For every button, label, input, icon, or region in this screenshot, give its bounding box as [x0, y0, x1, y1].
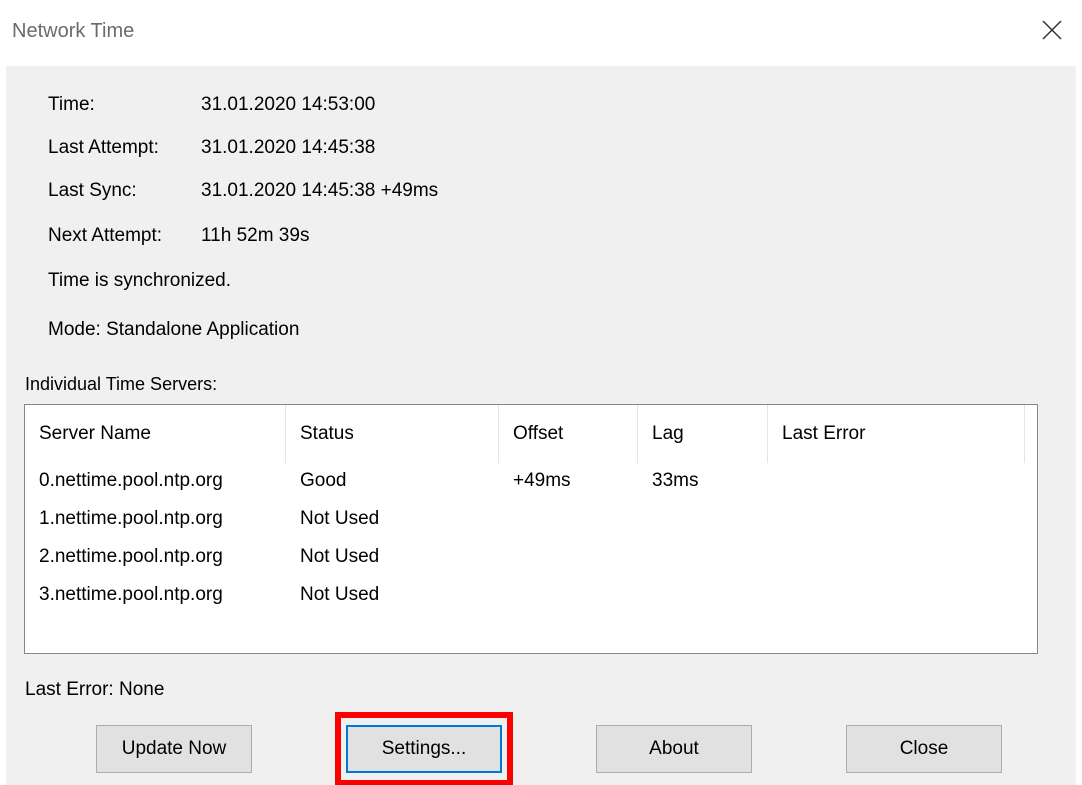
lag-cell: 33ms	[652, 470, 699, 491]
next-attempt-value: 11h 52m 39s	[201, 225, 310, 246]
table-row[interactable]: 3.nettime.pool.ntp.org Not Used	[25, 576, 1037, 614]
window-title: Network Time	[12, 20, 135, 42]
column-header-last-error[interactable]: Last Error	[768, 405, 1025, 463]
table-row[interactable]: 0.nettime.pool.ntp.org Good +49ms 33ms	[25, 462, 1037, 500]
table-row[interactable]: 1.nettime.pool.ntp.org Not Used	[25, 500, 1037, 538]
last-sync-label: Last Sync:	[48, 180, 137, 201]
close-button[interactable]: Close	[846, 725, 1002, 773]
status-cell: Not Used	[300, 584, 380, 605]
column-header-server-name[interactable]: Server Name	[25, 405, 286, 463]
status-cell: Good	[300, 470, 347, 491]
mode-text: Mode: Standalone Application	[48, 319, 300, 340]
network-time-window: Network Time Time: 31.01.2020 14:53:00 L…	[0, 0, 1082, 785]
last-sync-value: 31.01.2020 14:45:38 +49ms	[201, 180, 439, 201]
last-error-text: Last Error: None	[25, 679, 165, 700]
offset-cell: +49ms	[513, 470, 571, 491]
dialog-body: Time: 31.01.2020 14:53:00 Last Attempt: …	[6, 66, 1076, 785]
settings-button[interactable]: Settings...	[346, 725, 502, 773]
status-cell: Not Used	[300, 508, 380, 529]
time-label: Time:	[48, 94, 95, 115]
last-attempt-label: Last Attempt:	[48, 137, 159, 158]
close-icon[interactable]	[1040, 18, 1064, 42]
server-name-cell: 2.nettime.pool.ntp.org	[39, 546, 223, 567]
title-bar: Network Time	[0, 0, 1082, 66]
time-value: 31.01.2020 14:53:00	[201, 94, 376, 115]
time-servers-label: Individual Time Servers:	[25, 374, 218, 394]
server-name-cell: 3.nettime.pool.ntp.org	[39, 584, 223, 605]
time-servers-list[interactable]: Server Name Status Offset Lag Last Error…	[24, 404, 1038, 654]
column-header-offset[interactable]: Offset	[499, 405, 638, 463]
update-now-button[interactable]: Update Now	[96, 725, 252, 773]
sync-status-text: Time is synchronized.	[48, 270, 232, 291]
column-header-lag[interactable]: Lag	[638, 405, 768, 463]
status-cell: Not Used	[300, 546, 380, 567]
next-attempt-label: Next Attempt:	[48, 225, 163, 246]
column-header-status[interactable]: Status	[286, 405, 499, 463]
server-name-cell: 0.nettime.pool.ntp.org	[39, 470, 223, 491]
list-header: Server Name Status Offset Lag Last Error	[25, 405, 1037, 463]
last-attempt-value: 31.01.2020 14:45:38	[201, 137, 376, 158]
server-name-cell: 1.nettime.pool.ntp.org	[39, 508, 223, 529]
about-button[interactable]: About	[596, 725, 752, 773]
table-row[interactable]: 2.nettime.pool.ntp.org Not Used	[25, 538, 1037, 576]
